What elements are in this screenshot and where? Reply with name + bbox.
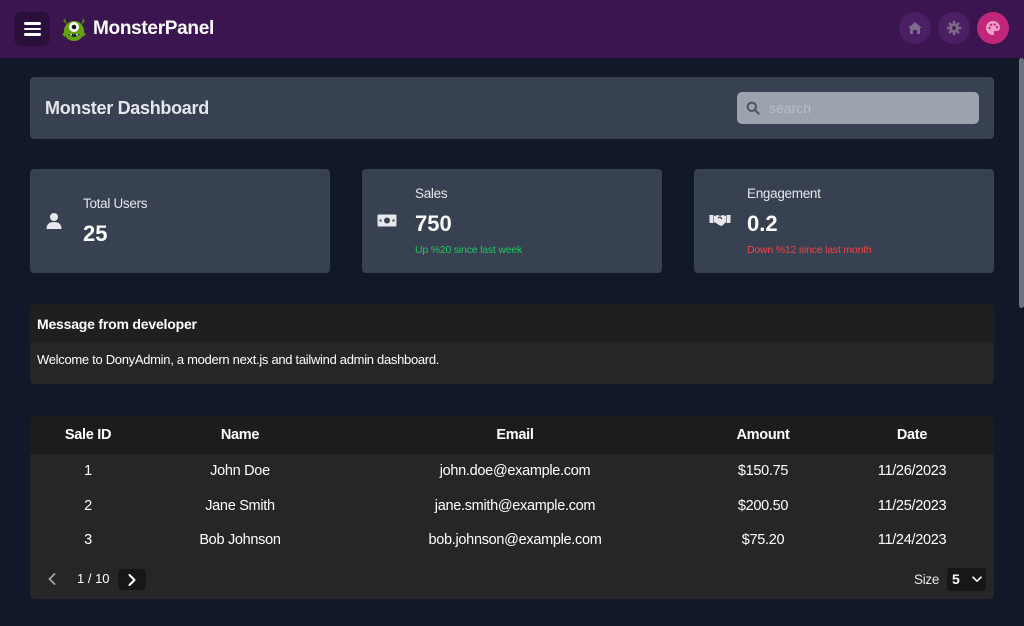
settings-button[interactable] (938, 12, 970, 44)
cell-sale-id: 2 (84, 497, 92, 514)
top-navbar: MonsterPanel (0, 0, 1024, 58)
previous-page-button[interactable] (44, 570, 60, 588)
hamburger-icon (23, 22, 41, 36)
chevron-down-icon (972, 576, 982, 582)
cell-date: 11/25/2023 (877, 497, 947, 514)
table-row[interactable]: 1 John Doe john.doe@example.com $150.75 … (30, 454, 994, 489)
stat-label: Sales (415, 186, 448, 201)
cell-email: bob.johnson@example.com (428, 532, 602, 549)
page-title: Monster Dashboard (45, 98, 209, 118)
gear-icon (946, 20, 962, 36)
chevron-left-icon (48, 573, 56, 585)
search-input[interactable] (769, 92, 974, 124)
sales-table-card: Sale ID Name Email Amount Date 1 John Do… (30, 416, 994, 599)
cell-email: jane.smith@example.com (434, 497, 596, 514)
page-indicator: 1 / 10 (77, 571, 110, 586)
cell-sale-id: 3 (84, 532, 92, 549)
stat-value: 25 (83, 221, 108, 246)
cell-date: 11/24/2023 (877, 532, 947, 549)
cell-amount: $75.20 (741, 532, 785, 549)
column-header[interactable]: Name (146, 416, 334, 454)
stat-value: 0.2 (747, 211, 778, 236)
message-title: Message from developer (30, 304, 994, 342)
sales-table: Sale ID Name Email Amount Date 1 John Do… (30, 416, 994, 558)
stat-card-total-users: Total Users 25 (30, 169, 330, 273)
cell-name: Jane Smith (205, 497, 275, 514)
chevron-right-icon (128, 573, 136, 586)
cell-email: john.doe@example.com (439, 463, 591, 480)
palette-icon (986, 21, 1000, 35)
table-pagination: 1 / 10 Size 5 (30, 562, 994, 596)
column-header[interactable]: Sale ID (30, 416, 146, 454)
page-size-label: Size (914, 572, 940, 587)
table-header-row: Sale ID Name Email Amount Date (30, 416, 994, 454)
home-button[interactable] (899, 12, 931, 44)
cell-amount: $200.50 (737, 497, 789, 514)
stat-card-engagement: Engagement 0.2 Down %12 since last month (694, 169, 994, 273)
user-icon (46, 213, 62, 229)
stat-label: Total Users (83, 196, 148, 211)
developer-message-card: Message from developer Welcome to DonyAd… (30, 304, 994, 384)
brand-name[interactable]: MonsterPanel (93, 18, 214, 40)
table-row[interactable]: 3 Bob Johnson bob.johnson@example.com $7… (30, 523, 994, 558)
cell-amount: $150.75 (737, 463, 789, 480)
theme-button[interactable] (977, 12, 1009, 44)
table-row[interactable]: 2 Jane Smith jane.smith@example.com $200… (30, 489, 994, 524)
dashboard-header: Monster Dashboard (30, 77, 994, 139)
column-header[interactable]: Email (334, 416, 696, 454)
handshake-icon (709, 215, 731, 226)
page-size-value: 5 (952, 571, 960, 587)
cell-name: John Doe (210, 463, 270, 480)
stat-trend: Down %12 since last month (747, 244, 872, 256)
stat-value: 750 (415, 211, 452, 236)
menu-toggle-button[interactable] (14, 12, 50, 46)
cell-sale-id: 1 (84, 463, 92, 480)
stat-label: Engagement (747, 186, 821, 201)
next-page-button[interactable] (118, 569, 146, 590)
message-body: Welcome to DonyAdmin, a modern next.js a… (37, 352, 440, 367)
home-icon (908, 22, 922, 34)
monster-logo-icon (62, 18, 86, 41)
search-icon (746, 101, 760, 115)
cell-name: Bob Johnson (199, 532, 281, 549)
cell-date: 11/26/2023 (877, 463, 947, 480)
stat-card-sales: Sales 750 Up %20 since last week (362, 169, 662, 273)
search-box[interactable] (737, 92, 979, 124)
page-size-select[interactable]: 5 (947, 568, 986, 591)
page-scrollbar[interactable] (1019, 58, 1024, 308)
money-bill-icon (377, 214, 397, 227)
column-header[interactable]: Date (830, 416, 994, 454)
column-header[interactable]: Amount (696, 416, 830, 454)
stat-trend: Up %20 since last week (415, 244, 523, 256)
